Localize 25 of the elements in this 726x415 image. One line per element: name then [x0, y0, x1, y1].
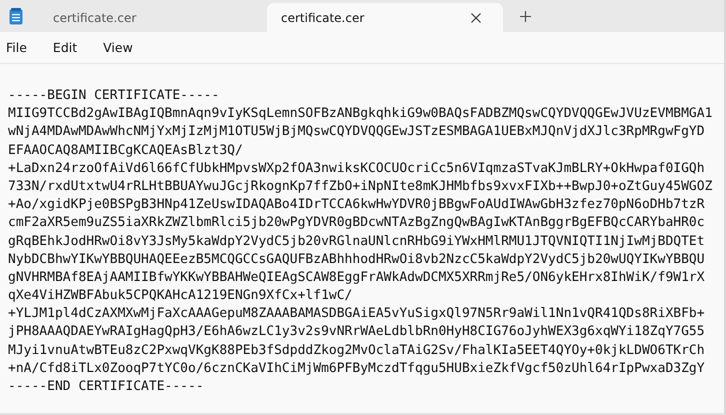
file-tab[interactable]: certificate.cer: [267, 3, 503, 32]
text-line: MIIG9TCCBd2gAwIBAgIQBmnAqn9vIyKSqLemnSOFBzANBgkqhkiG9w0BAQsFADBZMQswCQYDVQQGEwJVUzEVMBMGA1: [8, 106, 712, 122]
text-line: +Ao/xgidKPje0BSPgB3HNp41ZeUswIDAQABo4IDrTCCA6kwHwYDVR0jBBgwFoAUdIWAwGbH3zfez70pN6oDHb7tzR: [8, 197, 705, 212]
menu-item[interactable]: Edit: [52, 40, 78, 55]
text-line: +LaDxn24rzoOfAiVd6l66fCfUbkHMpvsWXp2fOA3nwiksKCOCUOcriCc5n6VIqmzaSTvaKJmBLRY+OkHwpaf0IGQh: [8, 160, 705, 176]
close-icon[interactable]: [471, 12, 481, 22]
text-line: -----END CERTIFICATE-----: [8, 379, 204, 394]
text-line: +nA/Cfd8iTLx0ZooqP7tYC0o/6cznCKaVIhCiMjWm6PFByMczdTfqgu5HUBxieZkfVgcf50zUhl64rIpPwxaD3ZgY: [8, 360, 705, 376]
text-line: -----BEGIN CERTIFICATE-----: [8, 88, 220, 103]
new-tab-plus-icon[interactable]: [520, 10, 531, 22]
text-line: wNjA4MDAwMDAwWhcNMjYxMjIzMjM1OTU5WjBjMQswCQYDVQQGEwJSTzESMBAGA1UEBxMJQnVjdXJlc3RpMRgwFgYD: [8, 124, 705, 140]
text-line: cmF2aXR5em9uZS5iaXRkZWZlbmRlci5jb20wPgYDVR0gBDcwNTAzBgZngQwBAgIwKTAnBggrBgEFBQcCARYbaHR0c: [8, 215, 705, 230]
text-line: 733N/rxdUtxtwU4rRLHtBBUAYwuJGcjRkognKp7ffZbO+iNpNIte8mKJHMbfbs9xvxFIXb++BwpJ0+oZtGuy45WGOZ: [8, 178, 712, 194]
text-line: +YLJM1pl4dCzAXMXwMjFaXcAAAGepuM8ZAAABAMASDBGAiEA5vYuSigxQl97N5Rr9aWil1Nn1vQR41QDs8RiXBFb+: [8, 306, 705, 322]
text-line: MJyi1vnuAtwBTEu8zC2PxwqVKgK88PEb3fSdpddZkog2MvOclaTAiG2Sv/FhalKIa5EET4QYOy+0kjkLDWO6TKrCh: [8, 342, 705, 358]
text-line: jPH8AAAQDAEYwRAIgHagQpH3/E6hA6wzLC1y3v2s9vNRrWAeLdblbRn0HyH8CIG76oJyhWEX3g6xqWYi18ZqY7G55: [8, 324, 705, 340]
text-line: EFAAOCAQ8AMIIBCgKCAQEAsBlzt3Q/: [8, 142, 243, 158]
text-line: qXe4ViHZWBFAbuk5CPQKAHcA1219ENGn9XfCx+lf1wC/: [8, 288, 352, 304]
notepad-icon: [9, 8, 23, 24]
text-line: gRqBEhkJodHRwOi8vY3JsMy5kaWdpY2VydC5jb20vRGlnaUNlcnRHbG9iYWxHMlRMU1JTQVNIQTI1NjIwMjBDQTEt: [8, 234, 705, 248]
text-line: gNVHRMBAf8EAjAAMIIBfwYKKwYBBAHWeQIEAgSCAW8EggFrAWkAdwDCMX5XRRmjRe5/ON6ykEHrx8IhWiK/f9W1rX: [8, 270, 705, 285]
file-tab[interactable]: certificate.cer: [39, 3, 267, 32]
menu-item[interactable]: View: [103, 40, 133, 55]
text-line: NybDCBhwYIKwYBBQUHAQEEezB5MCQGCCsGAQUFBzABhhhodHRwOi8vb2NzcC5kaWdpY2VydC5jb20wUQYIKwYBBQU: [8, 252, 705, 267]
menu-item[interactable]: File: [6, 40, 27, 55]
